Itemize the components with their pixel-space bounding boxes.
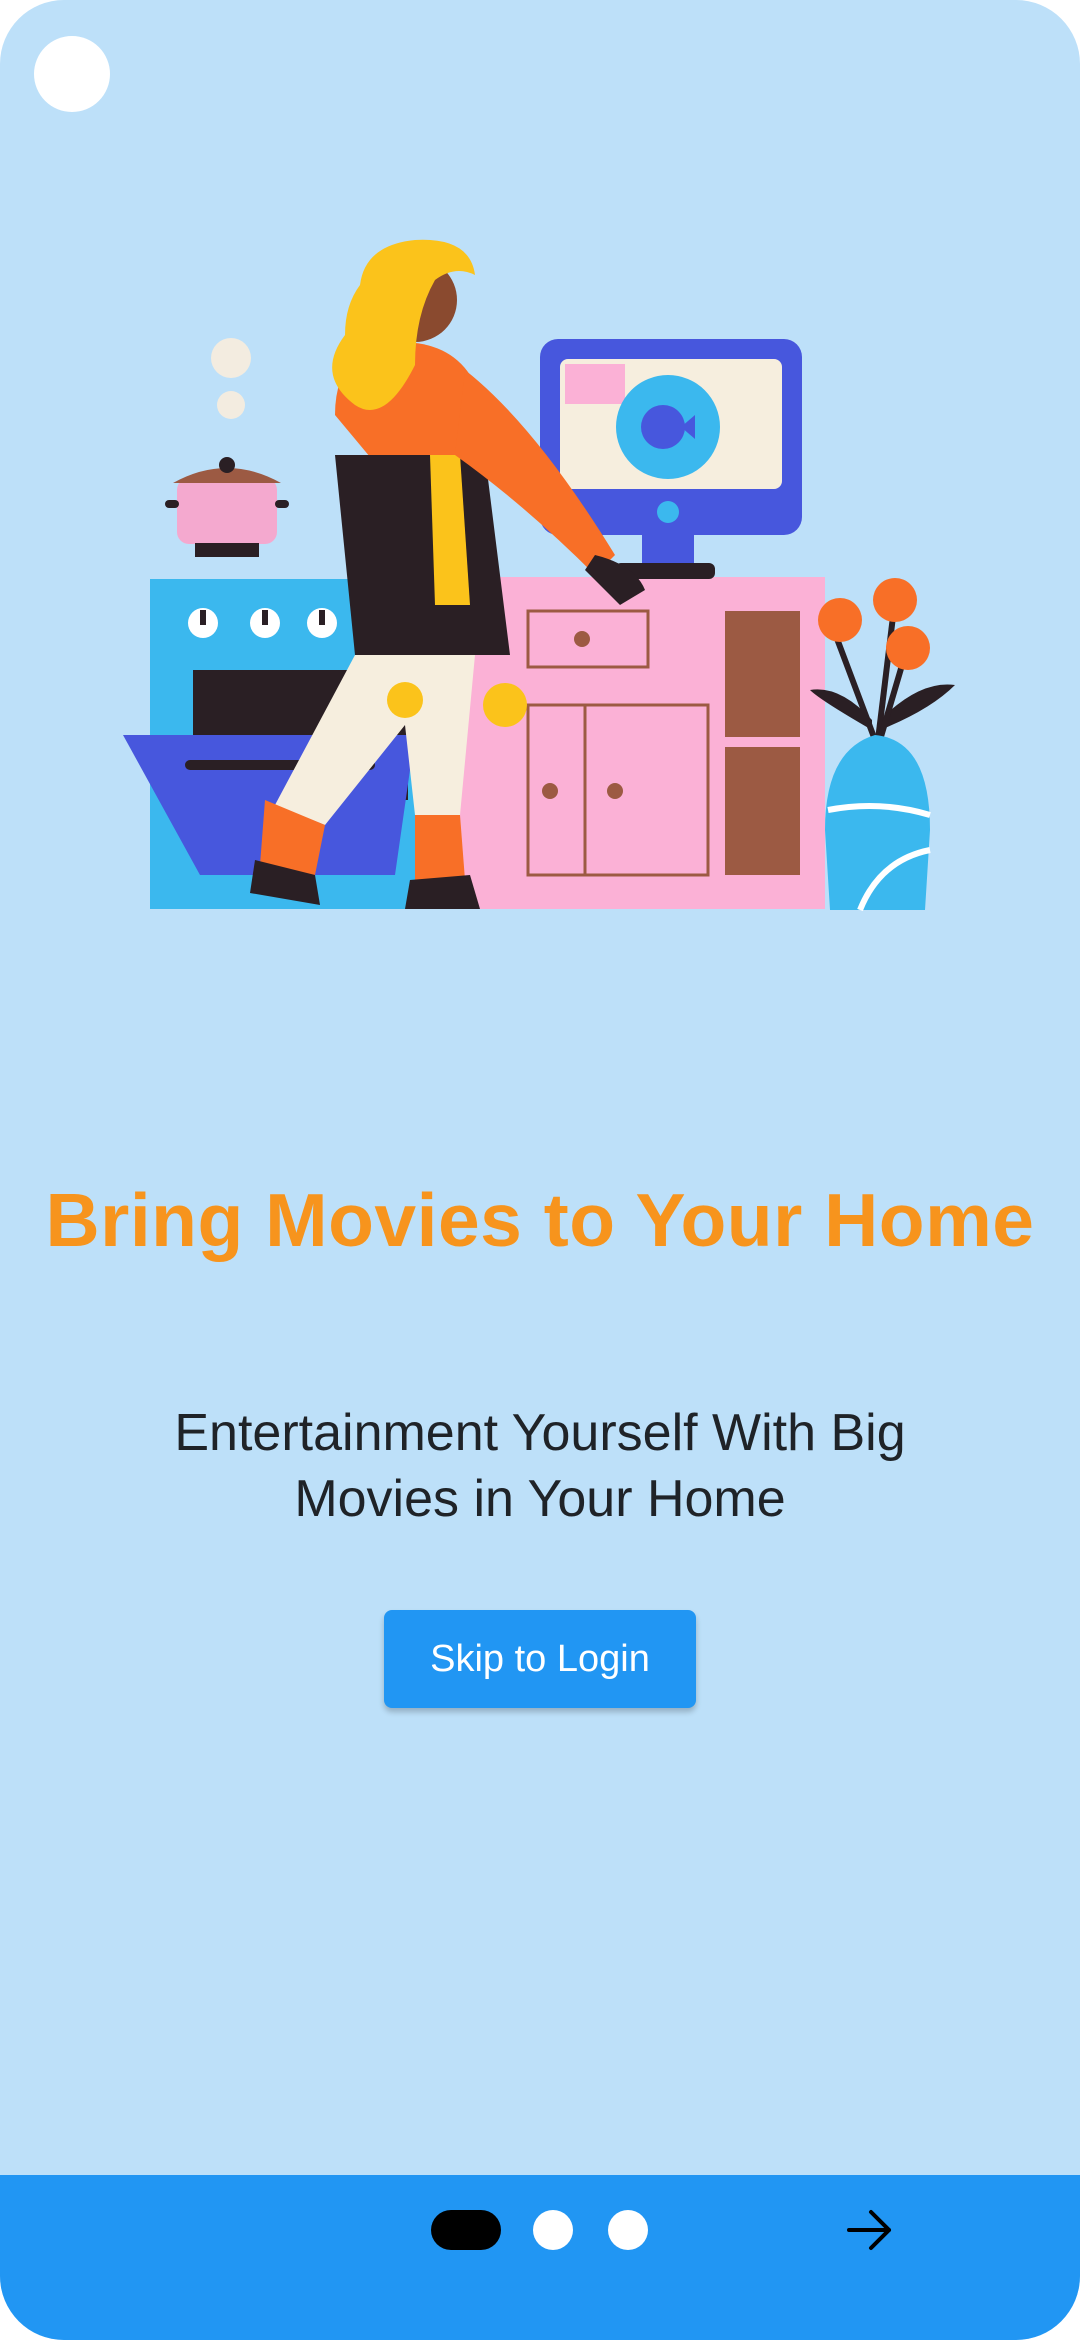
- bottom-navigation-bar: [0, 2175, 1080, 2340]
- page-title: Bring Movies to Your Home: [45, 1178, 1035, 1262]
- arrow-right-icon: [847, 2210, 891, 2250]
- page-subtitle: Entertainment Yourself With Big Movies i…: [174, 1404, 906, 1528]
- next-button[interactable]: [830, 2190, 910, 2270]
- flower-vase-illustration: [810, 578, 955, 912]
- page-indicator-dot[interactable]: [533, 2210, 573, 2250]
- onboarding-screen: Bring Movies to Your Home Entertainment …: [0, 0, 1080, 2340]
- skip-to-login-button[interactable]: Skip to Login: [384, 1610, 696, 1708]
- page-indicator-dot[interactable]: [608, 2210, 648, 2250]
- camera-cutout: [34, 36, 110, 112]
- page-indicator-dot-active[interactable]: [431, 2210, 501, 2250]
